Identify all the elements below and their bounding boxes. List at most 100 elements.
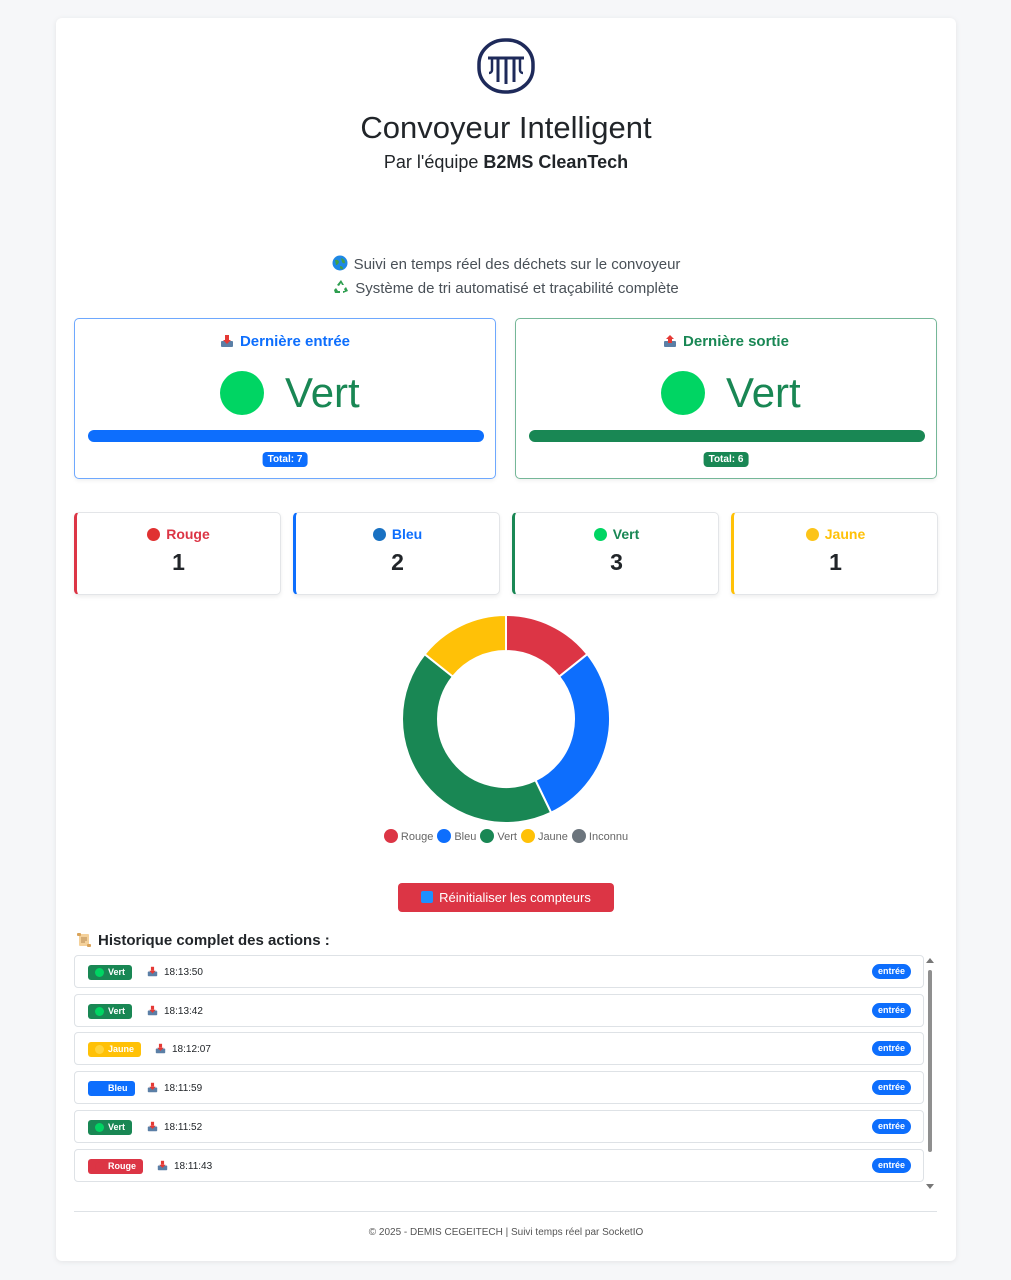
counter-label-vert: Vert bbox=[515, 526, 718, 542]
history-time: 18:11:52 bbox=[147, 1121, 202, 1133]
counter-card-vert: Vert 3 bbox=[512, 512, 719, 595]
counter-card-jaune: Jaune 1 bbox=[731, 512, 938, 595]
green-dot-icon bbox=[593, 528, 607, 541]
color-dot-icon bbox=[95, 1084, 104, 1094]
counter-value-bleu: 2 bbox=[391, 549, 404, 575]
last-exit-color-dot bbox=[661, 371, 705, 415]
refresh-icon bbox=[421, 891, 434, 903]
history-row: Vert 18:11:52 entrée bbox=[74, 1109, 924, 1143]
red-dot-icon bbox=[147, 528, 161, 541]
history-row: Vert 18:13:42 entrée bbox=[74, 993, 924, 1027]
legend-item-inconnu[interactable]: Inconnu bbox=[571, 829, 629, 843]
history-direction-badge: entrée bbox=[871, 1041, 911, 1057]
legend-item-rouge[interactable]: Rouge bbox=[383, 829, 434, 843]
inbox-tray-icon bbox=[147, 966, 158, 977]
footer-divider bbox=[74, 1211, 937, 1212]
scroll-down-arrow-icon[interactable] bbox=[926, 1184, 934, 1189]
counter-value-vert: 3 bbox=[610, 549, 623, 575]
yellow-dot-icon bbox=[805, 528, 819, 541]
history-list[interactable]: Vert 18:13:50 entrée Vert 18:13:42 entrée Jaun… bbox=[74, 955, 939, 1191]
scroll-thumb[interactable] bbox=[928, 970, 932, 1152]
history-direction-badge: entrée bbox=[871, 1118, 911, 1134]
reset-counters-button[interactable]: Réinitialiser les compteurs bbox=[398, 883, 614, 912]
color-dot-icon bbox=[95, 1045, 104, 1055]
last-entry-progress-bar bbox=[88, 430, 484, 442]
legend-label: Rouge bbox=[400, 831, 434, 843]
inbox-tray-icon bbox=[147, 1082, 158, 1093]
history-time: 18:12:07 bbox=[155, 1043, 211, 1055]
history-time: 18:13:50 bbox=[147, 966, 203, 978]
last-exit-progress-bar bbox=[529, 430, 925, 442]
color-dot-icon bbox=[95, 968, 104, 977]
scroll-up-arrow-icon[interactable] bbox=[926, 958, 934, 963]
last-exit-title: Dernière sortie bbox=[516, 333, 936, 350]
chart-slice-bleu[interactable] bbox=[534, 652, 611, 815]
last-entry-color-dot bbox=[220, 371, 264, 415]
last-exit-card: Dernière sortie Vert Total: 6 bbox=[515, 318, 937, 479]
legend-label: Vert bbox=[497, 831, 517, 843]
last-entry-total-badge: Total: 7 bbox=[262, 452, 308, 467]
globe-icon bbox=[332, 255, 348, 271]
page-title: Convoyeur Intelligent bbox=[360, 110, 652, 145]
legend-label: Bleu bbox=[454, 831, 477, 843]
last-entry-title: Dernière entrée bbox=[75, 333, 495, 350]
counter-card-rouge: Rouge 1 bbox=[74, 512, 281, 595]
history-time: 18:11:59 bbox=[147, 1082, 202, 1094]
inbox-tray-icon bbox=[147, 1121, 158, 1132]
legend-item-jaune[interactable]: Jaune bbox=[520, 829, 568, 843]
legend-swatch bbox=[520, 829, 535, 843]
last-exit-color-name: Vert bbox=[726, 369, 801, 416]
history-color-badge: Bleu bbox=[88, 1081, 135, 1097]
color-dot-icon bbox=[95, 1161, 104, 1171]
history-color-badge: Vert bbox=[88, 1003, 133, 1019]
legend-item-bleu[interactable]: Bleu bbox=[437, 829, 476, 843]
last-entry-color-name: Vert bbox=[285, 369, 360, 416]
main-container: Convoyeur Intelligent Par l'équipe B2MS … bbox=[56, 18, 956, 1261]
legend-label: Inconnu bbox=[588, 831, 629, 843]
history-color-badge: Vert bbox=[88, 1119, 133, 1135]
counter-label-rouge: Rouge bbox=[77, 526, 280, 542]
tagline-sorting: Système de tri automatisé et traçabilité… bbox=[56, 279, 956, 297]
history-color-badge: Rouge bbox=[88, 1158, 143, 1174]
blue-dot-icon bbox=[372, 528, 386, 541]
legend-swatch bbox=[571, 829, 586, 843]
history-row: Rouge 18:11:43 entrée bbox=[74, 1148, 924, 1182]
inbox-tray-icon bbox=[157, 1160, 168, 1170]
counter-card-bleu: Bleu 2 bbox=[293, 512, 500, 595]
page-subtitle: Par l'équipe B2MS CleanTech bbox=[383, 152, 629, 172]
history-time: 18:13:42 bbox=[147, 1005, 203, 1017]
last-exit-total-badge: Total: 6 bbox=[703, 452, 749, 467]
history-direction-badge: entrée bbox=[871, 1157, 911, 1173]
legend-label: Jaune bbox=[537, 831, 568, 843]
legend-swatch bbox=[383, 829, 398, 843]
inbox-tray-icon bbox=[220, 335, 233, 347]
color-dot-icon bbox=[95, 1006, 104, 1016]
legend-swatch bbox=[480, 829, 495, 843]
footer-text: © 2025 - DEMIS CEGEITECH | Suivi temps r… bbox=[368, 1227, 644, 1238]
history-color-badge: Vert bbox=[88, 965, 133, 980]
counter-value-jaune: 1 bbox=[829, 549, 842, 575]
color-dot-icon bbox=[95, 1122, 104, 1132]
counter-value-rouge: 1 bbox=[172, 549, 185, 575]
history-row: Bleu 18:11:59 entrée bbox=[74, 1071, 924, 1105]
chart-slice-vert[interactable] bbox=[401, 652, 553, 824]
legend-swatch bbox=[437, 829, 452, 843]
logo-icon bbox=[477, 38, 535, 94]
tagline-realtime: Suivi en temps réel des déchets sur le c… bbox=[56, 255, 956, 273]
legend-item-vert[interactable]: Vert bbox=[480, 829, 517, 843]
history-scrollbar[interactable] bbox=[925, 956, 935, 1192]
counter-label-bleu: Bleu bbox=[296, 526, 499, 542]
history-color-badge: Jaune bbox=[88, 1042, 142, 1058]
history-time: 18:11:43 bbox=[157, 1160, 212, 1172]
history-direction-badge: entrée bbox=[871, 964, 911, 979]
counter-label-jaune: Jaune bbox=[734, 526, 937, 542]
waste-distribution-chart bbox=[401, 613, 611, 824]
recycle-icon bbox=[334, 280, 349, 293]
last-entry-card: Dernière entrée Vert Total: 7 bbox=[74, 318, 496, 479]
history-title: Historique complet des actions : bbox=[76, 932, 330, 949]
inbox-tray-icon bbox=[147, 1005, 158, 1015]
outbox-tray-icon bbox=[664, 335, 677, 347]
scroll-icon bbox=[77, 933, 91, 947]
history-row: Vert 18:13:50 entrée bbox=[74, 955, 924, 988]
inbox-tray-icon bbox=[155, 1044, 166, 1054]
